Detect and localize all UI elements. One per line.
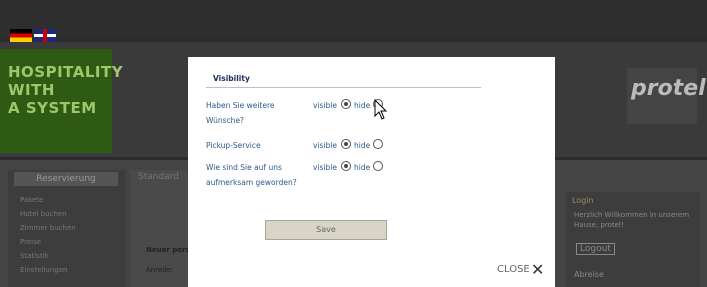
modal-divider <box>206 87 481 88</box>
hide-radio[interactable] <box>373 161 383 171</box>
hide-label: hide <box>354 141 371 150</box>
uk-flag-icon[interactable] <box>34 29 56 42</box>
german-flag-icon[interactable] <box>10 29 32 42</box>
field-label-line: Haben Sie weitere <box>206 101 275 110</box>
sidebar-title: Reservierung <box>14 172 118 186</box>
field-label-line: aufmerksam geworden? <box>206 178 297 187</box>
field-label-line: Wünsche? <box>206 116 245 125</box>
close-icon[interactable]: ✕ <box>531 260 544 279</box>
visible-radio[interactable] <box>341 139 351 149</box>
visible-label: visible <box>313 163 337 172</box>
main-panel-title: Standard <box>138 172 179 182</box>
login-panel-title: Login <box>572 196 594 205</box>
sidebar-item[interactable]: Pakete <box>20 196 43 206</box>
sidebar-item[interactable]: Hotel buchen <box>20 210 67 220</box>
welcome-text: Herzlich Willkommen in unserem Hause, pr… <box>574 211 690 229</box>
sidebar-item[interactable]: Preise <box>20 238 41 248</box>
field-label: Wie sind Sie auf uns aufmerksam geworden… <box>206 160 297 190</box>
sidebar-item[interactable]: Zimmer buchen <box>20 224 76 234</box>
brand-line: WITH <box>8 81 55 99</box>
visible-radio[interactable] <box>341 99 351 109</box>
visible-label: visible <box>313 101 337 110</box>
hide-label: hide <box>354 101 371 110</box>
close-label[interactable]: CLOSE <box>497 264 530 275</box>
anrede-label: Anrede: <box>146 266 174 274</box>
logout-button[interactable]: Logout <box>576 243 615 255</box>
field-label: Haben Sie weitere Wünsche? <box>206 98 275 128</box>
protel-logo: protel <box>627 68 706 124</box>
field-label-line: Wie sind Sie auf uns <box>206 163 282 172</box>
hide-label: hide <box>354 163 371 172</box>
brand-line: A SYSTEM <box>8 99 97 117</box>
brand-line: HOSPITALITY <box>8 63 124 81</box>
top-bar <box>0 0 707 38</box>
visible-label: visible <box>313 141 337 150</box>
field-label: Pickup-Service <box>206 138 261 153</box>
visible-radio[interactable] <box>341 161 351 171</box>
abreise-label: Abreise <box>574 270 604 279</box>
hide-radio[interactable] <box>373 139 383 149</box>
brand-logo-green: HOSPITALITY WITH A SYSTEM <box>0 49 124 153</box>
mouse-pointer-icon <box>374 99 388 120</box>
sidebar-item[interactable]: Einstellungen <box>20 266 67 276</box>
modal-section-title: Visibility <box>213 74 250 83</box>
save-button[interactable]: Save <box>265 220 387 240</box>
field-label-line: Pickup-Service <box>206 141 261 150</box>
language-flags <box>10 29 56 42</box>
sidebar-item[interactable]: Statistik <box>20 252 49 262</box>
